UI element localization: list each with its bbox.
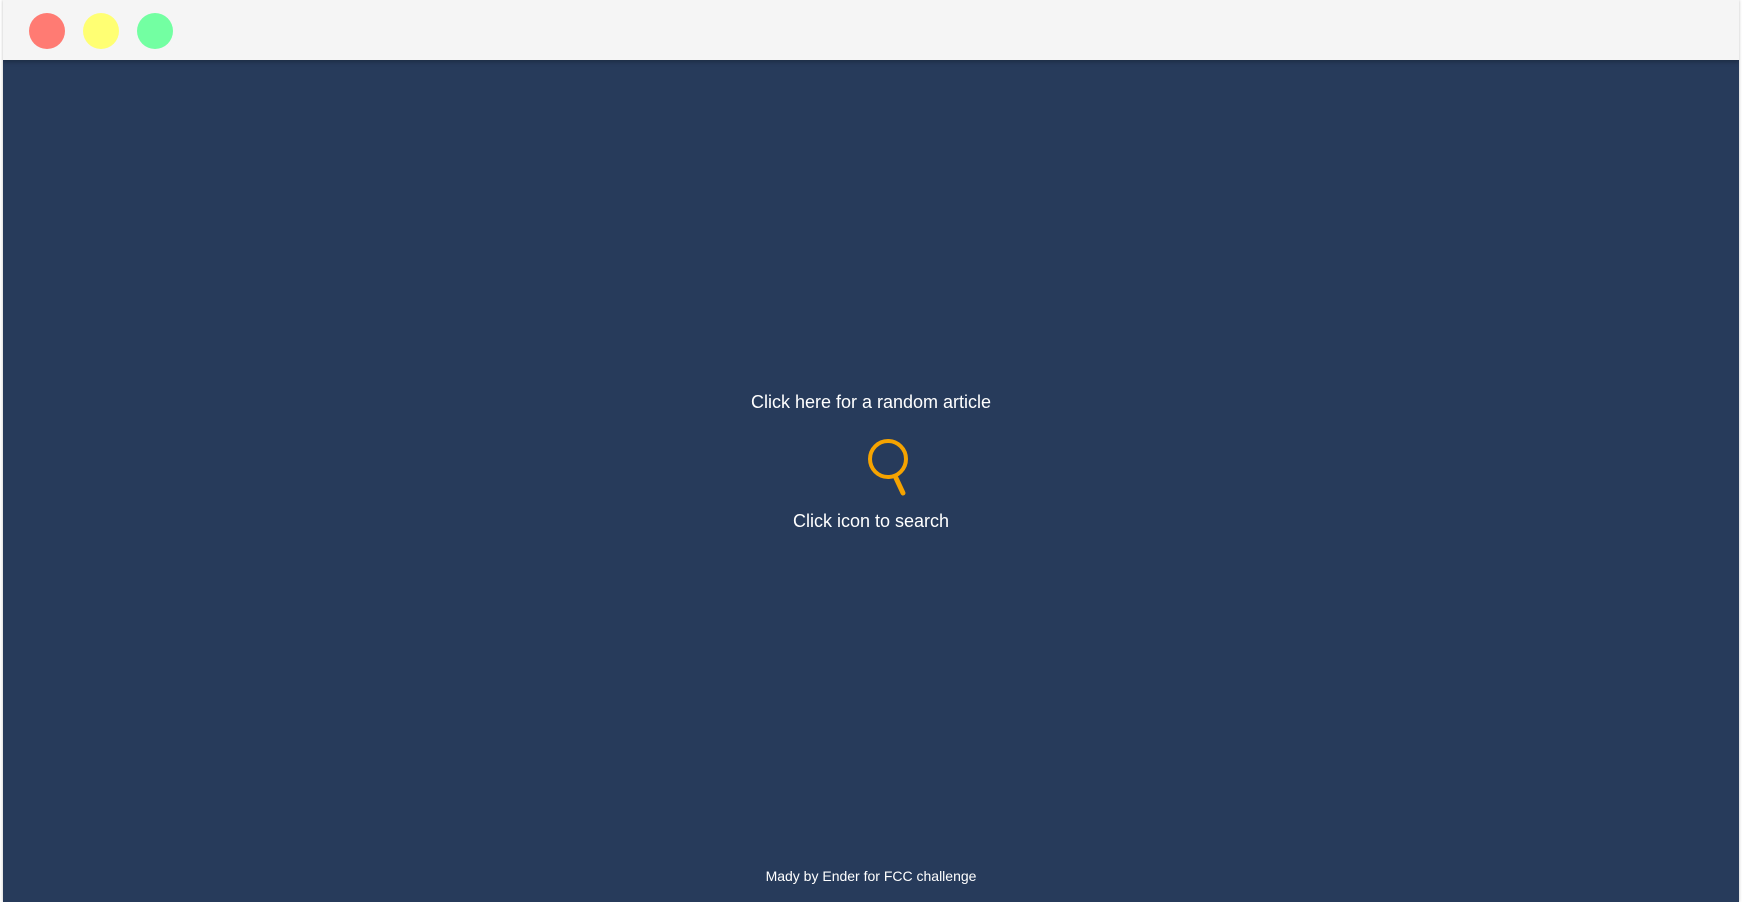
maximize-window-button[interactable] [137, 13, 173, 49]
search-icon[interactable] [866, 437, 910, 499]
app-window: Click here for a random article Click ic… [3, 0, 1739, 902]
footer-credit: Mady by Ender for FCC challenge [765, 868, 977, 884]
minimize-window-button[interactable] [83, 13, 119, 49]
search-hint-text: Click icon to search [792, 511, 950, 531]
window-titlebar [3, 0, 1739, 60]
close-window-button[interactable] [29, 13, 65, 49]
random-article-link[interactable]: Click here for a random article [3, 392, 1739, 413]
